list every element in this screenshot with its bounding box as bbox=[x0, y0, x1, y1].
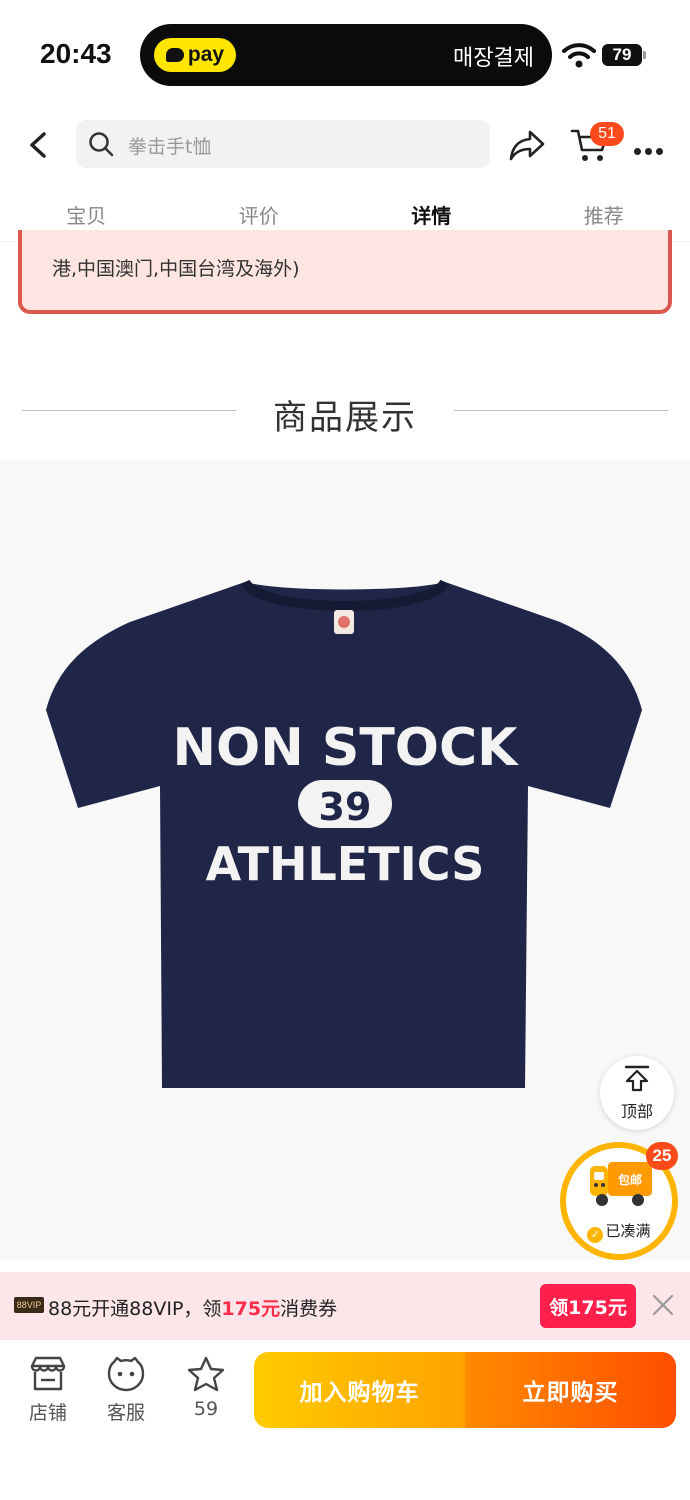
bottom-action-bar: 店铺 客服 59 加入购物车 立即购买 bbox=[0, 1340, 690, 1500]
purchase-actions: 加入购物车 立即购买 bbox=[254, 1352, 676, 1428]
back-to-top-label: 顶部 bbox=[620, 1102, 653, 1121]
back-arrow-icon[interactable] bbox=[22, 128, 56, 162]
shipping-count-badge: 25 bbox=[646, 1142, 678, 1170]
cart-count-badge: 51 bbox=[590, 122, 624, 146]
search-placeholder: 拳击手t恤 bbox=[128, 136, 212, 158]
buy-now-button[interactable]: 立即购买 bbox=[465, 1352, 676, 1428]
delivery-truck-icon: 包邮 bbox=[590, 1162, 652, 1206]
check-icon: ✓ bbox=[587, 1227, 604, 1243]
chat-bubble-icon bbox=[165, 48, 184, 62]
pay-logo-text: pay bbox=[187, 43, 225, 66]
shipping-notice-card: 港,中国澳门,中国台湾及海外) bbox=[18, 230, 672, 314]
tshirt-product-image: NON STOCK 39 ATHLETICS bbox=[46, 578, 642, 1088]
vip-text-suffix: 消费券 bbox=[280, 1298, 338, 1320]
favorite-count: 59 bbox=[193, 1398, 219, 1420]
search-icon bbox=[89, 132, 114, 157]
back-to-top-button[interactable]: 顶部 bbox=[600, 1056, 674, 1130]
section-header: 商品展示 bbox=[0, 380, 690, 440]
print-number: 39 bbox=[319, 785, 372, 829]
nav-bar: 拳击手t恤 51 bbox=[0, 110, 690, 180]
shipping-status-label: ✓ 已凑满 bbox=[566, 1220, 672, 1243]
vip-promo-bar: 88VIP 88元开通88VIP，领175元消费券 领175元 bbox=[0, 1272, 690, 1340]
favorite-button[interactable]: 59 bbox=[176, 1356, 236, 1426]
print-line-1: NON STOCK bbox=[173, 718, 520, 778]
pay-logo: pay bbox=[154, 38, 236, 72]
customer-service-icon bbox=[107, 1356, 145, 1392]
claim-coupon-button[interactable]: 领175元 bbox=[540, 1284, 636, 1328]
vip-text-prefix: 88元开通88VIP，领 bbox=[48, 1298, 222, 1320]
divider-right bbox=[454, 410, 668, 411]
product-image-area[interactable]: NON STOCK 39 ATHLETICS bbox=[0, 460, 690, 1260]
wifi-icon bbox=[562, 43, 596, 68]
vip-tag: 88VIP bbox=[14, 1297, 44, 1313]
store-button[interactable]: 店铺 bbox=[18, 1356, 78, 1426]
search-bar[interactable]: 拳击手t恤 bbox=[76, 120, 490, 168]
store-payment-label: 매장결제 bbox=[453, 46, 534, 71]
share-icon[interactable] bbox=[508, 128, 546, 162]
vip-text-amount: 175元 bbox=[221, 1298, 281, 1320]
vip-promo-text: 88元开通88VIP，领175元消费券 bbox=[48, 1294, 337, 1321]
more-options-icon[interactable] bbox=[634, 140, 670, 155]
shipping-notice-text: 港,中国澳门,中国台湾及海外) bbox=[52, 258, 300, 280]
status-time: 20:43 bbox=[40, 38, 112, 69]
battery-tip bbox=[643, 51, 646, 59]
store-icon bbox=[30, 1356, 66, 1391]
customer-service-label: 客服 bbox=[106, 1402, 145, 1424]
back-to-top-icon bbox=[624, 1065, 650, 1092]
store-label: 店铺 bbox=[28, 1402, 67, 1424]
close-icon[interactable] bbox=[650, 1292, 676, 1318]
status-bar: 20:43 pay 매장결제 79 bbox=[0, 0, 690, 110]
section-title: 商品展示 bbox=[273, 398, 417, 438]
shipping-truck-text: 包邮 bbox=[617, 1172, 642, 1187]
kakao-pay-pill[interactable]: pay 매장결제 bbox=[140, 24, 552, 86]
star-icon bbox=[187, 1356, 225, 1392]
customer-service-button[interactable]: 客服 bbox=[96, 1356, 156, 1426]
print-line-2: ATHLETICS bbox=[206, 837, 485, 891]
shipping-status-text: 已凑满 bbox=[605, 1222, 651, 1240]
add-to-cart-button[interactable]: 加入购物车 bbox=[254, 1352, 465, 1428]
battery-indicator: 79 bbox=[602, 44, 642, 66]
